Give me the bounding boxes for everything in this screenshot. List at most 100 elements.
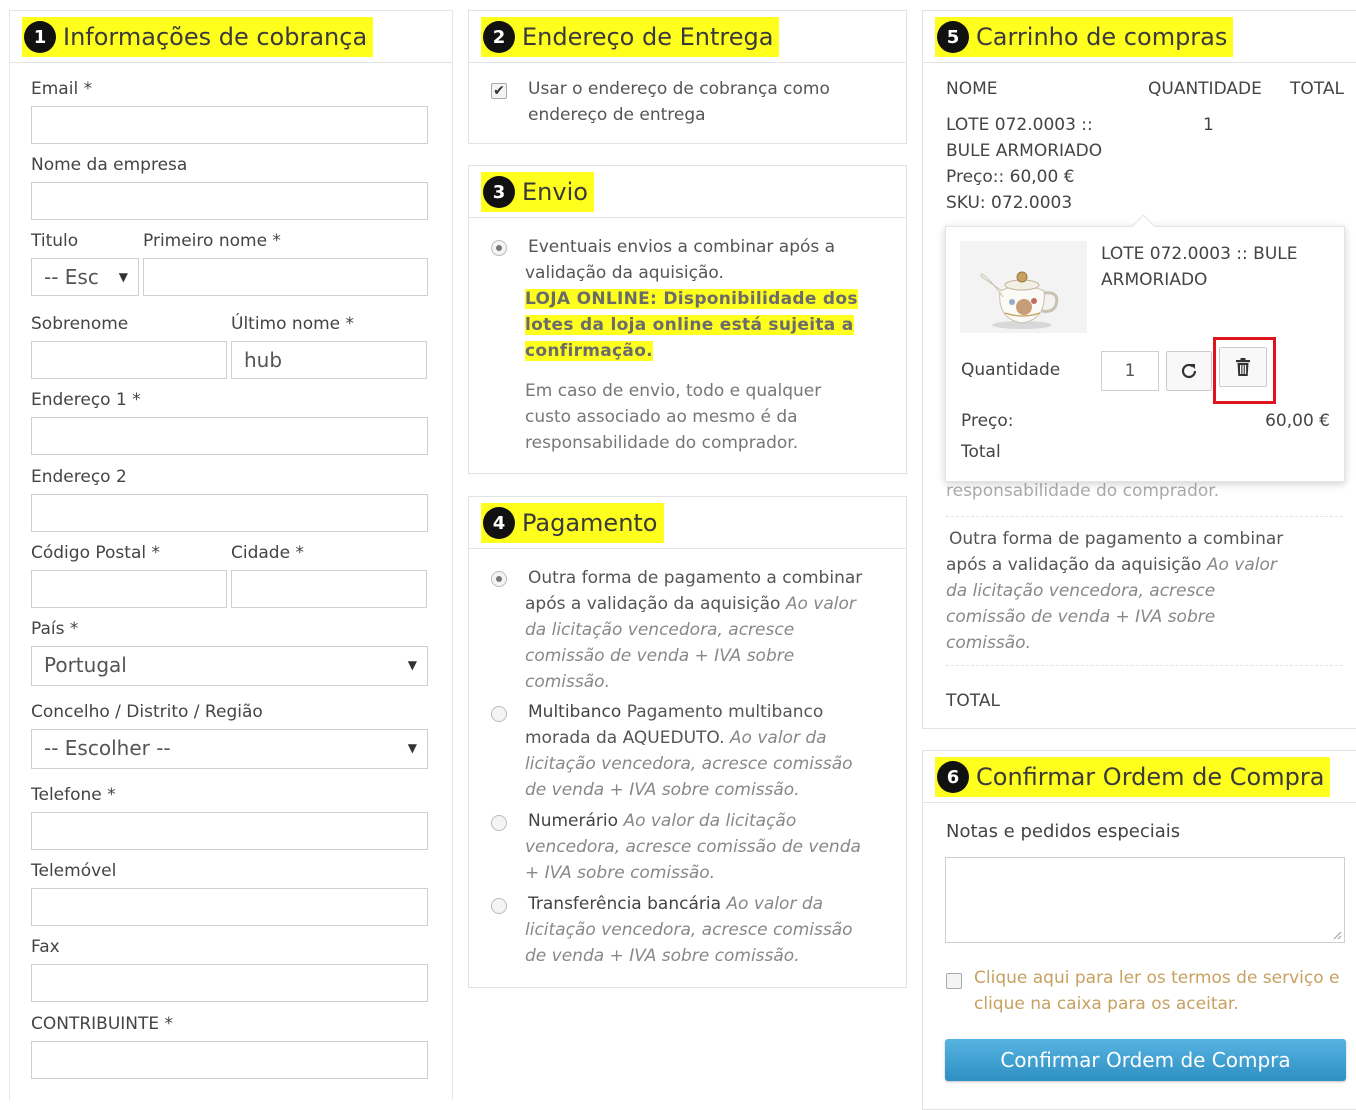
same-address-line: Usar o endereço de cobrança como [528,79,830,99]
title-label: Titulo [31,231,79,251]
shipping-title: 3 Envio [481,172,594,212]
same-address-checkbox[interactable]: ✔ [491,83,507,99]
payment-title: 4 Pagamento [481,503,664,543]
step-number: 3 [483,176,515,208]
product-thumbnail[interactable] [960,241,1087,333]
country-label: País * [31,619,79,639]
mobile-field[interactable] [31,888,428,926]
city-label: Cidade * [231,543,304,563]
popup-item-name-line: ARMORIADO [1101,270,1208,290]
cart-title-text: Carrinho de compras [976,23,1228,51]
payment-option-line: Outra forma de pagamento a combinar [528,568,863,588]
cart-behind-text: responsabilidade do comprador. [946,481,1220,501]
cart-total-label: TOTAL [946,691,1000,711]
refresh-icon [1181,363,1197,379]
payment-option-multibanco-radio[interactable] [491,706,507,722]
cart-item-sku: SKU: 072.0003 [946,193,1073,213]
region-select[interactable]: -- Escolher -- ▼ [31,729,428,769]
shipping-address-title: 2 Endereço de Entrega [481,17,780,57]
delete-item-button[interactable] [1219,347,1267,387]
address2-field[interactable] [31,494,428,532]
payment-option-name: Numerário [528,811,619,831]
update-qty-button[interactable] [1166,351,1212,391]
address1-field[interactable] [31,417,428,455]
popup-price-value: 60,00 € [1265,411,1330,431]
chevron-down-icon: ▼ [407,658,417,672]
terms-line: clique na caixa para os aceitar. [974,994,1239,1014]
cart-item-name[interactable]: LOTE 072.0003 :: [946,112,1102,138]
shipping-address-header: 2 Endereço de Entrega [469,11,906,63]
payment-option-line: morada da AQUEDUTO. [525,728,725,748]
shipping-address-title-text: Endereço de Entrega [522,23,774,51]
cart-payment-note: comissão. [946,633,1031,653]
city-field[interactable] [231,570,427,608]
cart-payment-note: da licitação vencedora, acresce [946,581,1216,601]
phone-field[interactable] [31,812,428,850]
shipping-address-section: 2 Endereço de Entrega ✔ Usar o endereço … [468,10,907,144]
step-number: 6 [937,761,969,793]
shipping-option-radio[interactable] [491,240,507,256]
cart-header: 5 Carrinho de compras [923,11,1356,63]
last-name-field[interactable]: hub [231,341,427,379]
last-name-value: hub [244,348,283,372]
email-label: Email * [31,79,93,99]
taxpayer-label: CONTRIBUINTE * [31,1014,174,1034]
chevron-down-icon: ▼ [407,741,417,755]
confirm-order-button[interactable]: Confirmar Ordem de Compra [945,1039,1346,1081]
confirm-title: 6 Confirmar Ordem de Compra [935,757,1331,797]
notes-textarea[interactable] [945,857,1345,943]
country-select[interactable]: Portugal ▼ [31,646,428,686]
step-number: 5 [937,21,969,53]
address2-label: Endereço 2 [31,467,127,487]
shipping-notice: LOJA ONLINE: Disponibilidade dos [525,289,858,309]
same-address-label: Usar o endereço de cobrança como endereç… [528,76,830,128]
title-select[interactable]: -- Esc ▼ [31,258,139,296]
mobile-label: Telemóvel [31,861,117,881]
surname-field[interactable] [31,341,227,379]
notes-label: Notas e pedidos especiais [946,821,1181,842]
payment-option-numerario-radio[interactable] [491,815,507,831]
resize-handle-icon[interactable] [1332,930,1342,940]
payment-option-note: Ao valor [785,594,856,614]
shipping-title-text: Envio [522,178,588,206]
payment-option-note: Ao valor da [726,894,824,914]
terms-checkbox[interactable] [946,973,962,989]
cart-item-price: Preço:: 60,00 € [946,167,1075,187]
fax-field[interactable] [31,964,428,1002]
company-label: Nome da empresa [31,155,188,175]
company-field[interactable] [31,182,428,220]
step-number: 1 [24,21,56,53]
confirm-order-button-label: Confirmar Ordem de Compra [1000,1048,1291,1072]
postal-field[interactable] [31,570,227,608]
payment-option-line: Pagamento multibanco [626,702,824,722]
divider [946,665,1343,666]
shipping-notice: confirmação. [525,341,653,361]
payment-option-multibanco: Multibanco Pagamento multibanco morada d… [525,699,900,803]
first-name-field[interactable] [143,258,428,296]
cart-payment-summary: Outra forma de pagamento a combinar após… [946,526,1346,656]
email-field[interactable] [31,106,428,144]
cart-payment-line: após a validação da aquisição [946,555,1202,575]
taxpayer-field[interactable] [31,1041,428,1079]
payment-title-text: Pagamento [522,509,658,537]
billing-header: 1 Informações de cobrança [10,11,452,63]
payment-option-numerario: Numerário Ao valor da licitação vencedor… [525,808,900,886]
payment-option-note: de venda + IVA sobre comissão. [525,780,800,800]
teapot-image [980,271,1059,329]
popup-qty-value: 1 [1124,361,1136,381]
cart-item: LOTE 072.0003 :: BULE ARMORIADO Preço:: … [946,112,1102,216]
payment-option-transfer-radio[interactable] [491,898,507,914]
confirm-header: 6 Confirmar Ordem de Compra [923,751,1356,803]
payment-option-other-radio[interactable] [491,571,507,587]
payment-option-note: da licitação vencedora, acresce [525,620,795,640]
billing-title: 1 Informações de cobrança [22,17,374,57]
payment-option-note: de venda + IVA sobre comissão. [525,946,800,966]
cart-item-name[interactable]: BULE ARMORIADO [946,138,1102,164]
terms-link[interactable]: Clique aqui para ler os termos de serviç… [974,965,1340,1017]
popup-qty-input[interactable]: 1 [1101,351,1159,391]
shipping-section: 3 Envio Eventuais envios a combinar após… [468,165,907,474]
payment-option-other: Outra forma de pagamento a combinar após… [525,565,900,695]
title-select-value: -- Esc [44,265,99,289]
shipping-option-line: validação da aquisição. [525,263,724,283]
popup-qty-label: Quantidade [961,360,1061,380]
